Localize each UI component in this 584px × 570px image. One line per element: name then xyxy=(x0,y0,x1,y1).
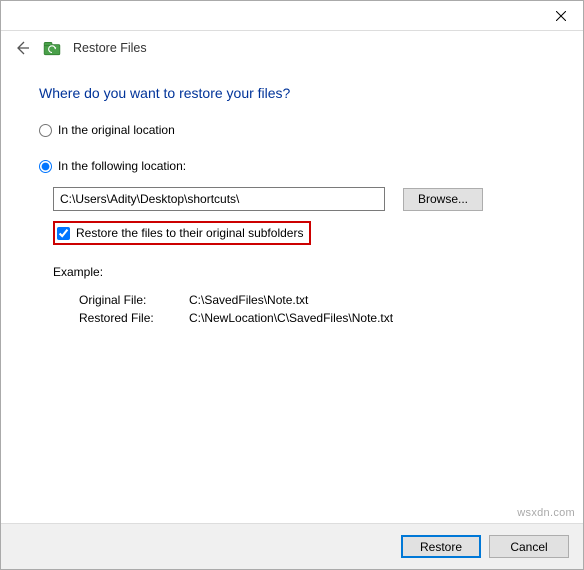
footer: Restore Cancel xyxy=(1,523,583,569)
restore-subfolders-checkbox[interactable] xyxy=(57,227,70,240)
radio-following-label: In the following location: xyxy=(58,159,186,173)
radio-original-input[interactable] xyxy=(39,124,52,137)
example-grid: Original File: C:\SavedFiles\Note.txt Re… xyxy=(79,293,545,325)
page-heading: Where do you want to restore your files? xyxy=(39,85,545,101)
restore-subfolders-label: Restore the files to their original subf… xyxy=(76,226,303,240)
location-row: Browse... xyxy=(53,187,545,211)
radio-original-location[interactable]: In the original location xyxy=(39,123,545,137)
header-row: Restore Files xyxy=(1,31,583,69)
example-original-value: C:\SavedFiles\Note.txt xyxy=(189,293,545,307)
restore-files-icon xyxy=(43,39,61,57)
example-restored-value: C:\NewLocation\C\SavedFiles\Note.txt xyxy=(189,311,545,325)
example-original-label: Original File: xyxy=(79,293,189,307)
radio-following-location[interactable]: In the following location: xyxy=(39,159,545,173)
window-title: Restore Files xyxy=(73,41,147,55)
restore-subfolders-row[interactable]: Restore the files to their original subf… xyxy=(53,221,311,245)
radio-following-input[interactable] xyxy=(39,160,52,173)
restore-button[interactable]: Restore xyxy=(401,535,481,558)
titlebar xyxy=(1,1,583,31)
content-area: Where do you want to restore your files?… xyxy=(1,69,583,325)
radio-original-label: In the original location xyxy=(58,123,175,137)
close-icon xyxy=(556,11,566,21)
example-restored-label: Restored File: xyxy=(79,311,189,325)
browse-button[interactable]: Browse... xyxy=(403,188,483,211)
cancel-button[interactable]: Cancel xyxy=(489,535,569,558)
watermark: wsxdn.com xyxy=(517,507,575,519)
location-path-input[interactable] xyxy=(53,187,385,211)
back-arrow-icon xyxy=(14,40,30,56)
example-heading: Example: xyxy=(53,265,545,279)
back-button[interactable] xyxy=(13,39,31,57)
close-button[interactable] xyxy=(539,1,583,30)
